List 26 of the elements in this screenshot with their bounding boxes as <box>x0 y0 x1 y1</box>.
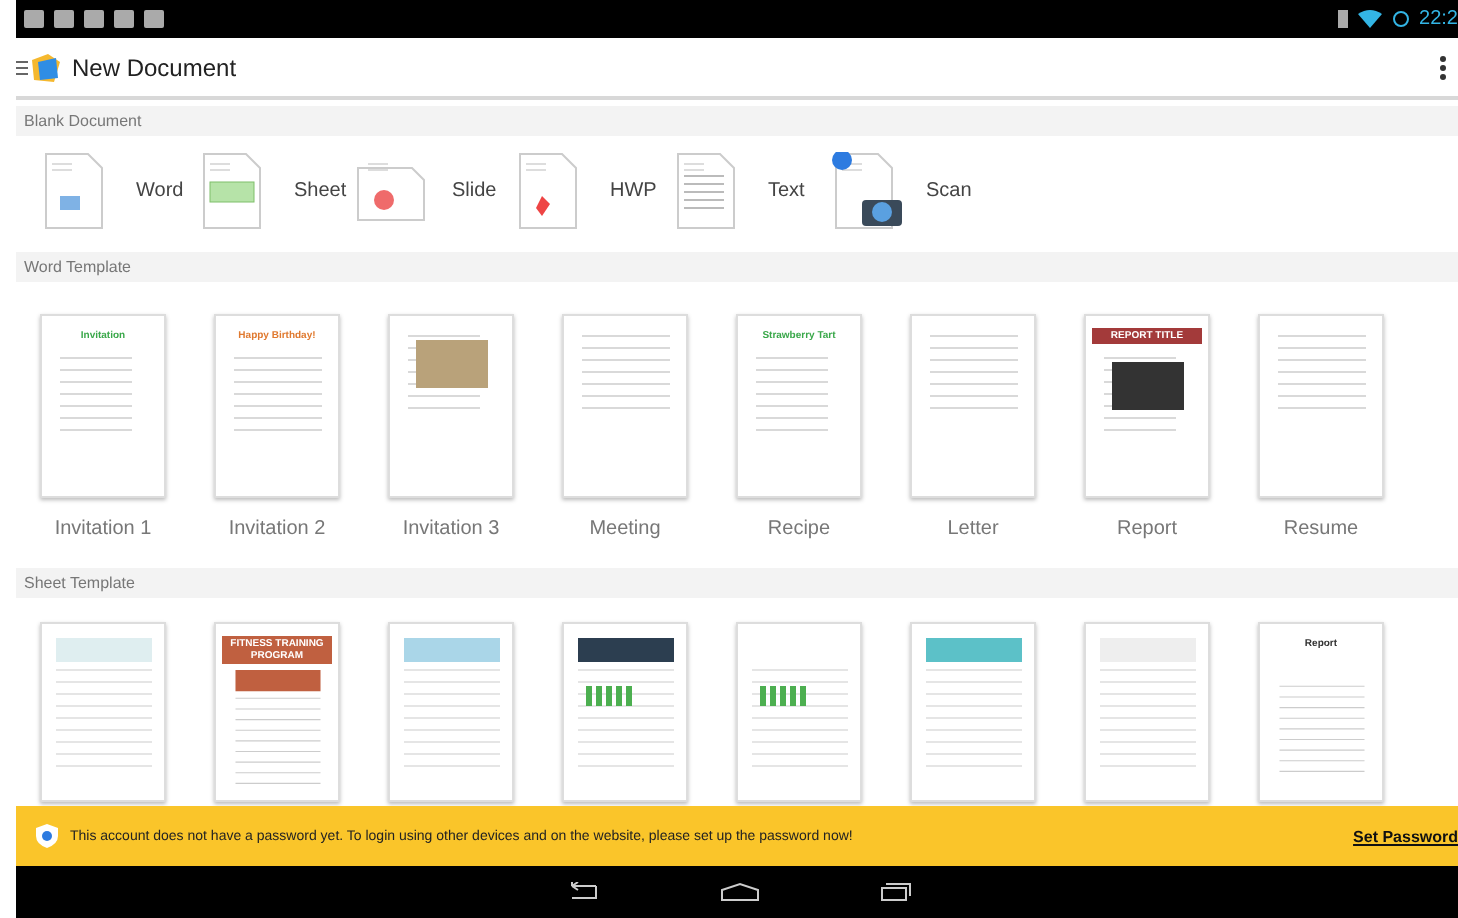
more-options-icon[interactable] <box>1440 55 1446 79</box>
section-header: Blank Document <box>16 106 1458 136</box>
set-password-link[interactable]: Set Password <box>1353 827 1458 845</box>
new-document-button[interactable]: Slide <box>356 151 510 231</box>
section-header: Word Template <box>16 252 1458 282</box>
sync-icon <box>1391 10 1410 28</box>
new-document-button[interactable]: Scan <box>830 151 984 231</box>
scan-document-icon <box>830 151 906 231</box>
recent-apps-icon[interactable] <box>879 882 911 902</box>
window-title: New Document <box>72 53 239 81</box>
template-button[interactable]: Letter <box>908 314 1038 540</box>
new-document-button[interactable]: Text <box>672 151 826 231</box>
shield-icon <box>36 824 58 848</box>
section-header: Sheet Template <box>16 568 1458 598</box>
new-document-button[interactable]: Sheet <box>198 151 352 231</box>
template-button[interactable]: Invitation 3 <box>386 314 516 540</box>
clock-time: 22:2 <box>1419 8 1458 30</box>
battery-icon <box>1337 10 1348 28</box>
template-button[interactable]: Meeting <box>560 314 690 540</box>
menu-icon[interactable] <box>16 59 28 75</box>
new-document-button[interactable]: HWP <box>514 151 668 231</box>
app-logo-icon <box>28 49 64 85</box>
wifi-icon <box>1357 10 1382 28</box>
home-icon[interactable] <box>719 882 759 902</box>
template-button[interactable]: Resume <box>1256 314 1386 540</box>
new-document-button[interactable]: Word <box>40 151 194 231</box>
